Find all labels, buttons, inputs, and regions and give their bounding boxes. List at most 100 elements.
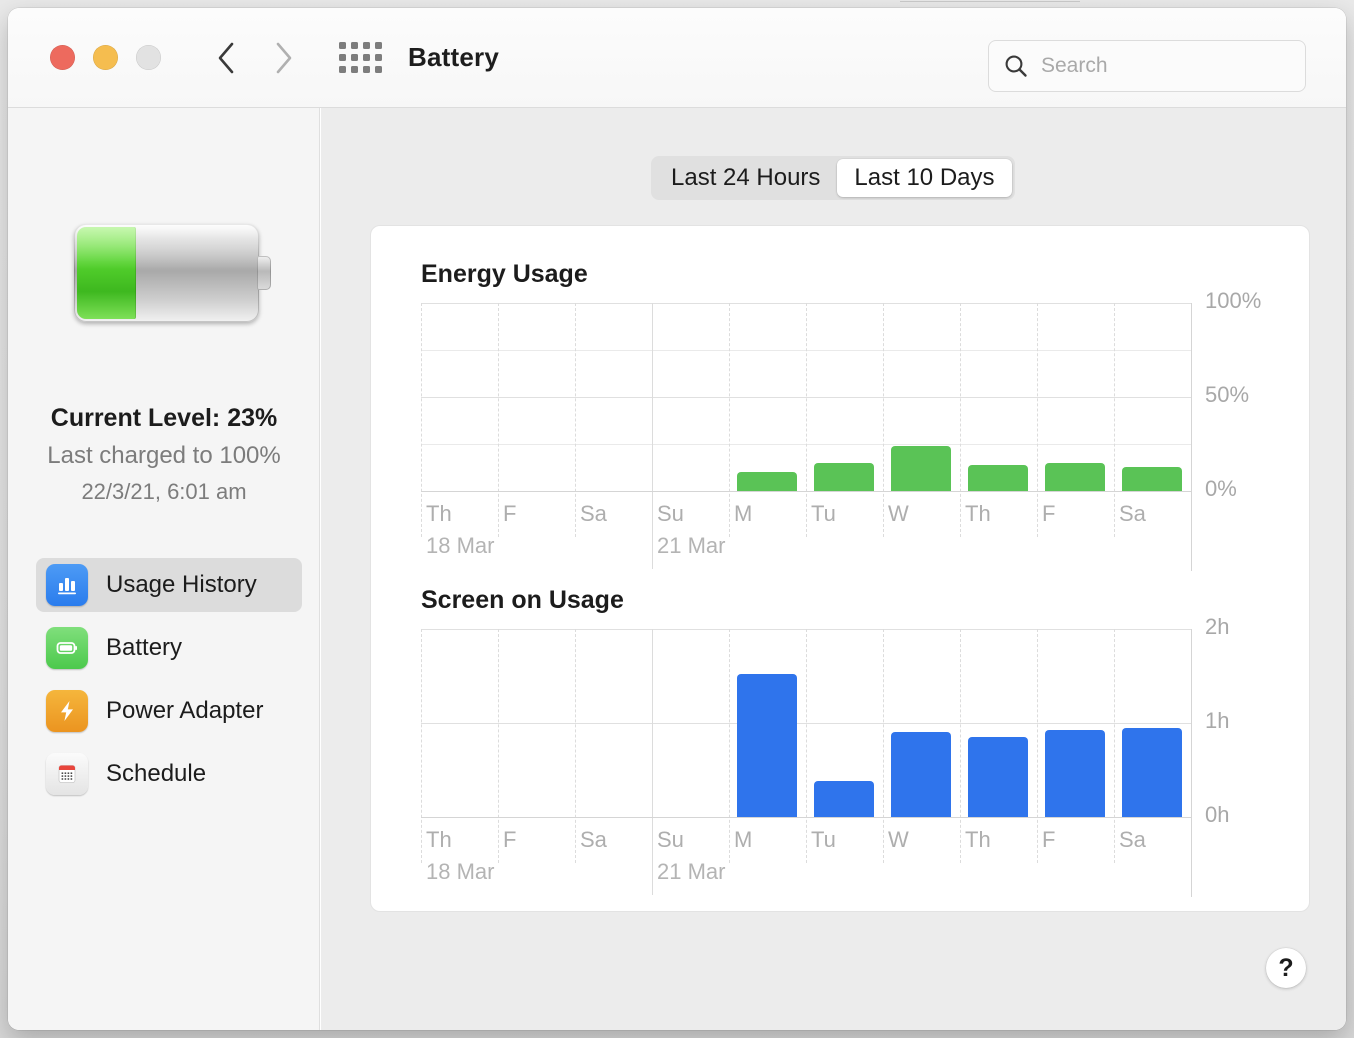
desktop-background: Battery Curren [0, 0, 1354, 1038]
gridline-vertical [1037, 629, 1038, 863]
search-input[interactable] [1041, 54, 1271, 78]
gridline-vertical [1114, 303, 1115, 537]
gridline-vertical [421, 629, 422, 863]
y-axis-tick-label: 1h [1205, 708, 1230, 733]
energy-usage-chart: Energy Usage 100% 50% 0% Th F Sa Su M Tu W Th F Sa 18… [421, 260, 1261, 571]
bar [813, 462, 874, 491]
x-axis-tick-label: F [503, 827, 517, 852]
x-axis-tick-label: F [1042, 827, 1056, 852]
energy-usage-title: Energy Usage [421, 260, 588, 288]
traffic-lights [50, 45, 161, 70]
x-axis-tick-label: M [734, 501, 753, 526]
screen-on-usage-chart: Screen on Usage 2h 1h 0h Th F Sa Su M Tu W Th F Sa 18… [421, 586, 1261, 897]
gridline-vertical [652, 303, 653, 569]
calendar-icon [46, 753, 88, 795]
minimize-button[interactable] [93, 45, 118, 70]
sidebar-item-label: Battery [106, 634, 183, 661]
forward-button[interactable] [267, 36, 301, 80]
screen-on-usage-title: Screen on Usage [421, 586, 624, 614]
last-charged-text: Last charged to 100% [47, 442, 281, 469]
gridline-vertical [498, 303, 499, 537]
gridline-vertical [806, 629, 807, 863]
x-axis-tick-label: Sa [1119, 827, 1146, 852]
search-field[interactable] [988, 40, 1306, 92]
battery-icon [46, 627, 88, 669]
gridline-vertical [806, 303, 807, 537]
x-axis-tick-label: Tu [811, 827, 836, 852]
close-button[interactable] [50, 45, 75, 70]
page-title: Battery [408, 42, 499, 72]
axis-baseline [421, 491, 1191, 492]
sidebar-list: Usage History Battery Power Adapter Sche… [8, 558, 320, 810]
screen-on-usage-plot: 2h 1h 0h Th F Sa Su M Tu W Th F Sa 18 Mar 21 Mar [421, 614, 1229, 897]
gridline-vertical [575, 303, 576, 537]
gridline-vertical [652, 629, 653, 895]
current-level-text: Current Level: 23% [50, 404, 278, 432]
bar [813, 781, 874, 817]
battery-status-block: Current Level: 23% Last charged to 100% … [8, 404, 320, 505]
x-axis-tick-label: Th [426, 827, 452, 852]
sidebar-item-usage-history[interactable]: Usage History [36, 558, 302, 612]
gridline-vertical [960, 303, 961, 537]
show-all-icon[interactable] [339, 42, 382, 73]
energy-usage-plot: 100% 50% 0% Th F Sa Su M Tu W Th F Sa 18 Mar 21 Mar [421, 288, 1261, 571]
bar [967, 464, 1028, 491]
bar [1044, 729, 1105, 817]
back-button[interactable] [209, 36, 243, 80]
gridline-vertical [960, 629, 961, 863]
y-axis-tick-label: 0h [1205, 802, 1230, 827]
gridline-vertical [883, 629, 884, 863]
x-axis-tick-label: Su [657, 827, 684, 852]
segment-last-24-hours[interactable]: Last 24 Hours [654, 159, 837, 197]
bar [736, 674, 797, 817]
zoom-button[interactable] [136, 45, 161, 70]
gridline-vertical [883, 303, 884, 537]
gridline-vertical [1114, 629, 1115, 863]
battery-graphic-icon [74, 224, 271, 322]
window-toolbar: Battery [8, 8, 1346, 108]
y-axis-tick-label: 0% [1205, 476, 1237, 501]
x-axis-tick-label: Th [426, 501, 452, 526]
x-axis-date-label: 18 Mar [426, 533, 495, 558]
gridline-vertical [1037, 303, 1038, 537]
charts-card: Energy Usage 100% 50% 0% Th F Sa Su M Tu W Th F Sa 18… [370, 225, 1310, 912]
y-axis-tick-label: 100% [1205, 288, 1262, 313]
sidebar-item-battery[interactable]: Battery [36, 621, 302, 675]
axis-right [1191, 303, 1192, 571]
sidebar-item-schedule[interactable]: Schedule [36, 747, 302, 801]
bar [890, 732, 951, 817]
x-axis-tick-label: Th [965, 501, 991, 526]
x-axis-tick-label: F [503, 501, 517, 526]
gridline-vertical [729, 303, 730, 537]
offscreen-menu-sliver [900, 0, 1080, 2]
x-axis-tick-label: W [888, 501, 909, 526]
x-axis-tick-label: M [734, 827, 753, 852]
time-range-segmented-control[interactable]: Last 24 Hours Last 10 Days [651, 156, 1015, 200]
last-charged-time: 22/3/21, 6:01 am [81, 479, 247, 504]
segment-last-10-days[interactable]: Last 10 Days [837, 159, 1012, 197]
x-axis-tick-label: Th [965, 827, 991, 852]
x-axis-tick-label: F [1042, 501, 1056, 526]
sidebar-item-label: Schedule [106, 760, 207, 787]
bar-chart-icon [46, 564, 88, 606]
y-axis-tick-label: 2h [1205, 614, 1230, 639]
content-pane: Last 24 Hours Last 10 Days Energy Usage … [321, 108, 1346, 1030]
bolt-icon [46, 690, 88, 732]
x-axis-tick-label: Sa [1119, 501, 1146, 526]
chevron-left-icon [218, 42, 234, 73]
axis-baseline [421, 817, 1191, 818]
help-button[interactable]: ? [1266, 948, 1306, 988]
bar [1121, 727, 1182, 817]
search-icon [1003, 53, 1029, 79]
axis-right [1191, 629, 1192, 897]
battery-preferences-window: Battery Curren [8, 8, 1346, 1030]
gridline-vertical [421, 303, 422, 537]
bar [736, 472, 797, 491]
chevron-right-icon [276, 42, 292, 73]
bar [1121, 466, 1182, 491]
x-axis-tick-label: Tu [811, 501, 836, 526]
sidebar-item-power-adapter[interactable]: Power Adapter [36, 684, 302, 738]
y-axis-tick-label: 50% [1205, 382, 1250, 407]
x-axis-tick-label: Su [657, 501, 684, 526]
x-axis-date-label: 21 Mar [657, 533, 726, 558]
